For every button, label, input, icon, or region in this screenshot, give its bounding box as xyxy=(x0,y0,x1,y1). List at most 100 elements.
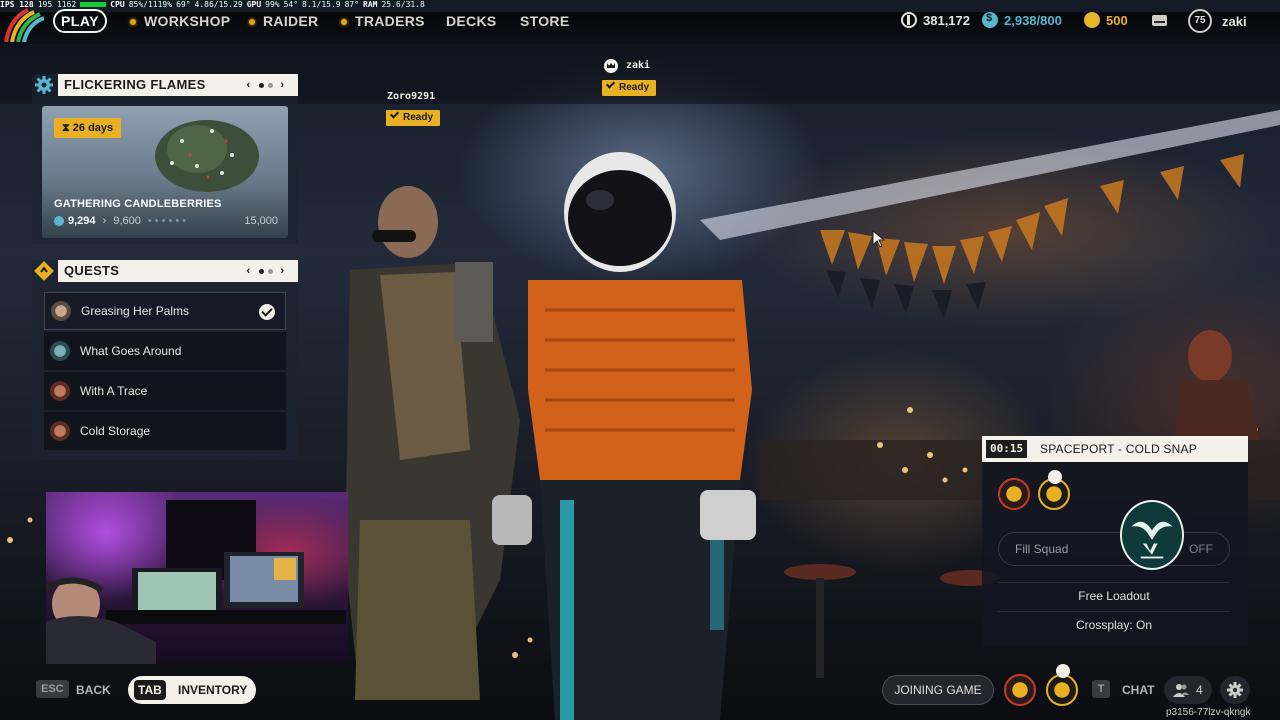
pager-prev-icon[interactable]: ‹ xyxy=(247,265,253,277)
quests-title: QUESTS xyxy=(64,263,120,278)
session-id: p3156-77lzv-qkngk xyxy=(1166,707,1251,718)
quest-giver-avatar xyxy=(50,341,70,361)
game-logo-icon xyxy=(4,8,44,42)
pager-dot xyxy=(259,82,265,88)
fill-squad-label: Fill Squad xyxy=(1015,542,1069,556)
gold-icon xyxy=(1084,12,1100,28)
event-days-badge: ⧗ 26 days xyxy=(54,118,122,138)
crossplay-option[interactable]: Crossplay: On xyxy=(998,618,1230,632)
squad-member-avatar[interactable] xyxy=(998,478,1030,510)
notification-dot-icon xyxy=(249,19,255,26)
event-pager: ‹ › xyxy=(247,74,286,96)
nav-item-raider[interactable]: RAIDER xyxy=(249,13,318,29)
perf-mem: 4.86/15.29 xyxy=(194,0,243,9)
event-days-label: 26 days xyxy=(72,122,114,134)
perf-cpu: 85%/1119% xyxy=(128,0,173,9)
currency-raider-value: 2,938/800 xyxy=(1004,12,1062,28)
ready-label: Ready xyxy=(403,112,434,123)
player-left-ready-badge: Ready xyxy=(386,109,441,126)
nav-item-label: RAIDER xyxy=(263,13,319,29)
squad-member-avatar[interactable] xyxy=(1046,674,1078,706)
quest-label: Cold Storage xyxy=(80,424,151,438)
fill-squad-toggle[interactable]: Fill Squad OFF xyxy=(998,532,1230,566)
nav-item-traders[interactable]: TRADERS xyxy=(341,13,425,29)
joining-game-button[interactable]: JOINING GAME xyxy=(882,675,994,705)
currency-coins[interactable]: 381,172 xyxy=(901,12,970,28)
pager-dot xyxy=(268,82,274,88)
gear-icon xyxy=(1227,682,1243,698)
nav-item-label: WORKSHOP xyxy=(144,13,231,29)
perf-gpu: 99% xyxy=(265,0,280,9)
coin-icon xyxy=(901,12,917,28)
nav-item-store[interactable]: STORE xyxy=(520,13,569,29)
crown-icon xyxy=(1056,664,1070,678)
friends-button[interactable]: 4 xyxy=(1164,676,1212,704)
perf-temp2: 54° xyxy=(283,0,299,9)
currency-raider-tokens[interactable]: 2,938/800 xyxy=(982,12,1062,28)
matchmaking-timer: 00:15 xyxy=(986,440,1028,458)
quests-pager: ‹ › xyxy=(247,260,286,282)
quest-diamond-icon xyxy=(34,261,54,281)
crown-icon xyxy=(1048,470,1062,484)
notification-dot-icon xyxy=(341,19,347,26)
event-panel: FLICKERING FLAMES ‹ › ⧗ 26 days GATHERIN… xyxy=(32,74,298,244)
inventory-button[interactable]: TAB INVENTORY xyxy=(128,676,256,704)
esc-key-hint: ESC xyxy=(36,680,69,698)
checkmark-icon xyxy=(605,79,616,89)
quests-panel-header: QUESTS ‹ › xyxy=(58,260,298,282)
player-right-ready-badge: Ready xyxy=(602,79,657,96)
currency-gold[interactable]: 500 xyxy=(1084,12,1128,28)
lobby-panel: 00:15 SPACEPORT - COLD SNAP Fill Squad O… xyxy=(982,436,1248,646)
event-progress-current: 9,294 xyxy=(68,215,96,227)
squad-member-avatar[interactable] xyxy=(1004,674,1036,706)
event-progress-max: 15,000 xyxy=(244,215,278,227)
ready-label: Ready xyxy=(619,82,650,93)
event-card[interactable]: ⧗ 26 days GATHERING CANDLEBERRIES 9,294 … xyxy=(42,106,288,238)
pager-next-icon[interactable]: › xyxy=(280,265,286,277)
settings-button[interactable] xyxy=(1220,676,1250,704)
player-name-right: zaki xyxy=(626,60,651,71)
chat-key-hint: T xyxy=(1092,680,1110,698)
pager-dot xyxy=(268,268,274,274)
chat-button[interactable]: CHAT xyxy=(1122,683,1154,697)
perf-temp1: 69° xyxy=(176,0,191,9)
free-loadout-option[interactable]: Free Loadout xyxy=(998,589,1230,603)
hourglass-icon: ⧗ xyxy=(62,122,73,134)
webcam-overlay xyxy=(46,492,348,664)
currency-gold-value: 500 xyxy=(1106,12,1128,28)
fill-squad-value: OFF xyxy=(1189,542,1213,556)
friends-count: 4 xyxy=(1196,683,1203,697)
quest-item[interactable]: What Goes Around xyxy=(44,332,286,371)
perf-temp3: 87° xyxy=(344,0,360,9)
nav-item-workshop[interactable]: WORKSHOP xyxy=(130,13,230,29)
notification-dot-icon xyxy=(130,19,136,26)
quest-label: With A Trace xyxy=(80,384,148,398)
gear-icon xyxy=(35,76,53,94)
divider xyxy=(998,611,1230,612)
quest-label: Greasing Her Palms xyxy=(81,304,190,318)
nav-item-decks[interactable]: DECKS xyxy=(446,13,497,29)
nav-play-button[interactable]: PLAY xyxy=(53,9,107,33)
quest-item[interactable]: Greasing Her Palms xyxy=(44,292,286,330)
quest-giver-avatar xyxy=(50,421,70,441)
perf-graph xyxy=(80,2,107,7)
quest-label: What Goes Around xyxy=(80,344,182,358)
quest-item[interactable]: Cold Storage xyxy=(44,412,286,451)
quest-item[interactable]: With A Trace xyxy=(44,372,286,411)
event-progress-next: 9,600 xyxy=(113,215,141,227)
chevron-right-icon: › xyxy=(102,215,107,227)
mail-icon[interactable] xyxy=(1152,15,1167,26)
profile-username[interactable]: zaki xyxy=(1222,14,1247,29)
pager-next-icon[interactable]: › xyxy=(280,79,286,91)
pager-prev-icon[interactable]: ‹ xyxy=(247,79,253,91)
back-button[interactable]: BACK xyxy=(76,683,111,697)
perf-ram: 25.6/31.8 xyxy=(381,0,425,9)
event-title: FLICKERING FLAMES xyxy=(64,77,206,92)
tab-key-hint: TAB xyxy=(134,680,166,700)
mouse-cursor-icon xyxy=(872,230,886,248)
player-level-badge[interactable]: 75 xyxy=(1188,9,1212,33)
event-card-title: GATHERING CANDLEBERRIES xyxy=(54,198,222,210)
squad-emblem-icon xyxy=(1120,500,1184,570)
pager-dot xyxy=(259,268,265,274)
friends-icon xyxy=(1173,684,1189,697)
